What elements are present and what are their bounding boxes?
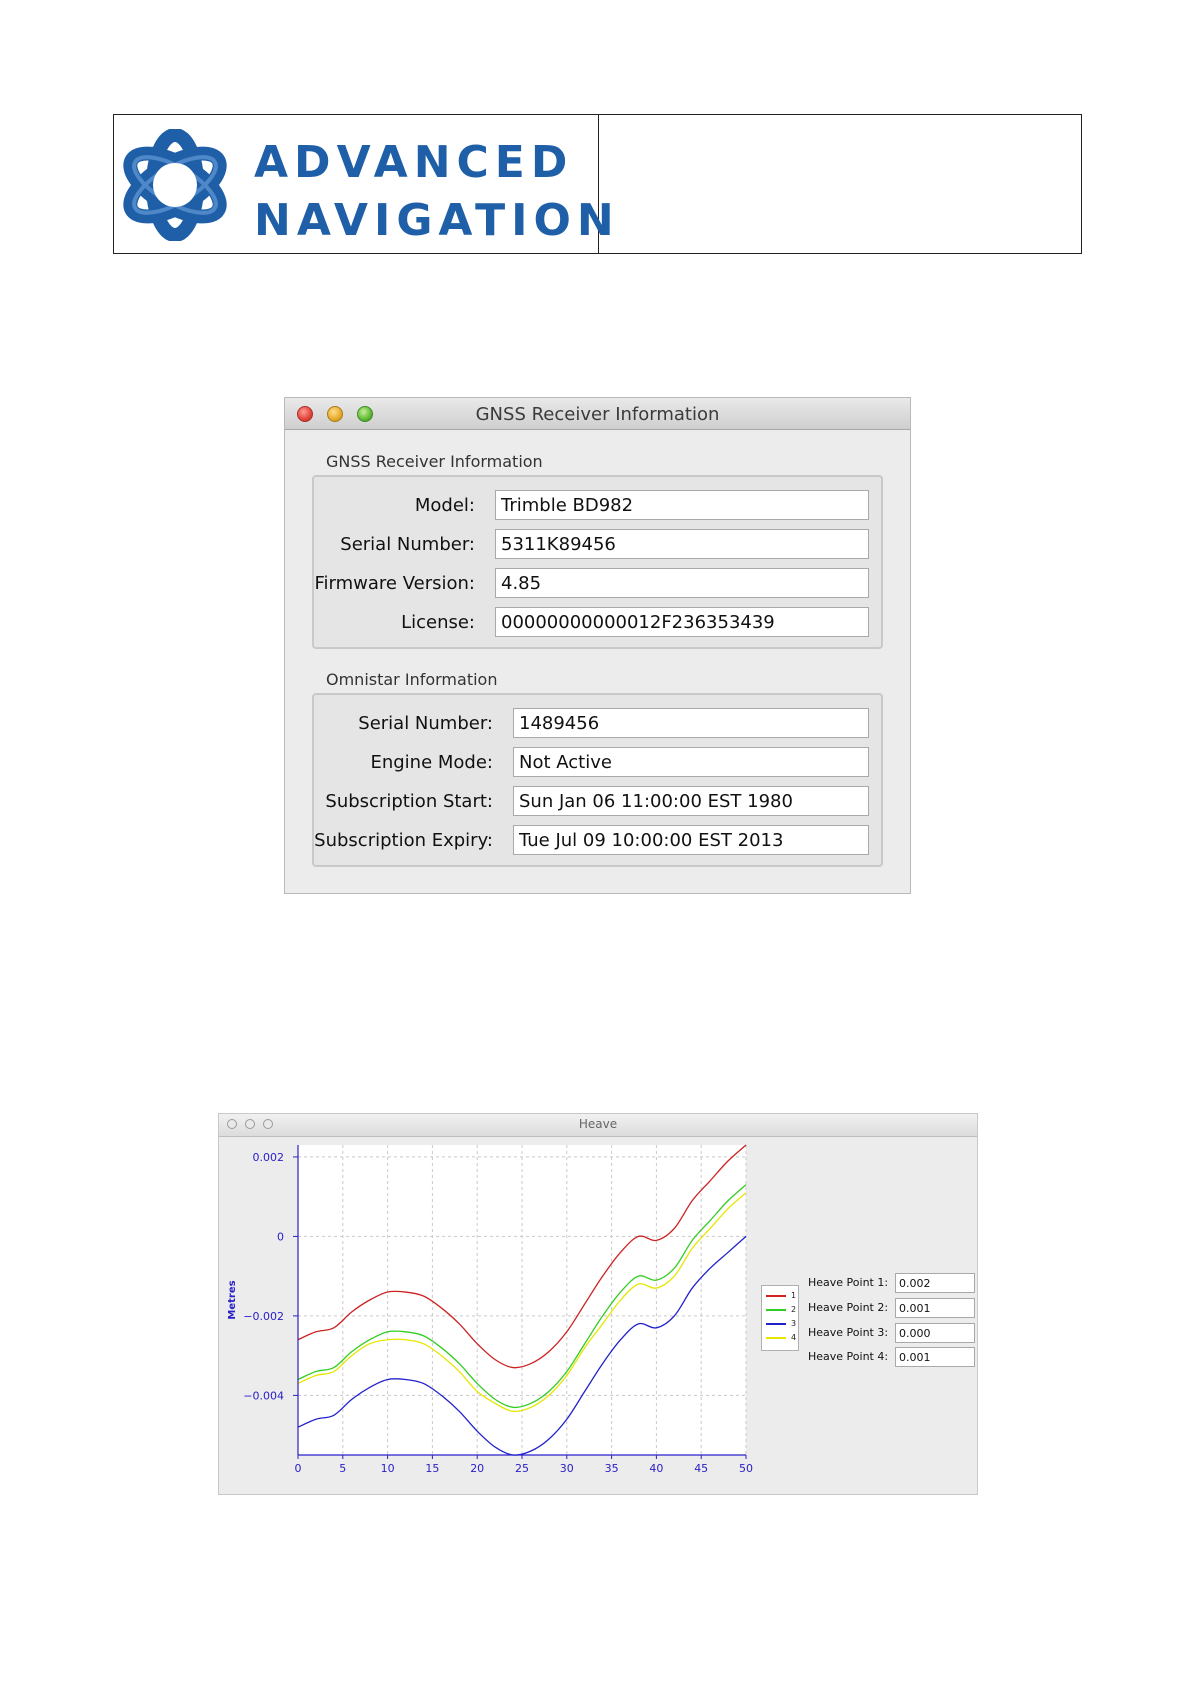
x-tick-label: 20 [470,1462,484,1475]
x-tick-label: 5 [339,1462,346,1475]
heave-point-1-label: Heave Point 1: [808,1276,889,1289]
subscription-start-row: Subscription Start: Sun Jan 06 11:00:00 … [314,786,881,818]
heave-point-2-field[interactable]: 0.001 [895,1298,975,1318]
y-tick-label: 0.002 [253,1151,285,1164]
y-tick-label: 0 [277,1230,284,1243]
legend-item-2: 2 [765,1304,797,1316]
heave-point-3-field[interactable]: 0.000 [895,1323,975,1343]
model-row: Model: Trimble BD982 [314,490,881,522]
x-tick-label: 35 [605,1462,619,1475]
legend-swatch-2 [766,1309,786,1311]
firmware-version-field[interactable]: 4.85 [495,568,869,598]
legend-label-1: 1 [791,1291,797,1300]
heave-point-4-field[interactable]: 0.001 [895,1347,975,1367]
window-title: GNSS Receiver Information [475,404,720,425]
x-tick-label: 25 [515,1462,529,1475]
window-titlebar[interactable]: GNSS Receiver Information [285,398,910,430]
subscription-expiry-field[interactable]: Tue Jul 09 10:00:00 EST 2013 [513,825,869,855]
heave-point-2-label: Heave Point 2: [808,1301,889,1314]
legend-label-4: 4 [791,1333,797,1342]
y-tick-label: −0.002 [243,1310,284,1323]
omnistar-serial-number-row: Serial Number: 1489456 [314,708,881,740]
license-row: License: 00000000000012F236353439 [314,607,881,639]
advanced-navigation-logo-icon [123,129,227,241]
x-tick-label: 40 [649,1462,663,1475]
serial-number-label: Serial Number: [340,534,475,555]
heave-point-3-label: Heave Point 3: [808,1326,889,1339]
legend-item-4: 4 [765,1332,797,1344]
subscription-expiry-label: Subscription Expiry: [314,830,493,851]
model-label: Model: [414,495,475,516]
omnistar-serial-number-label: Serial Number: [358,713,493,734]
x-tick-label: 50 [739,1462,753,1475]
legend-label-2: 2 [791,1305,797,1314]
x-tick-label: 15 [425,1462,439,1475]
receiver-group: Model: Trimble BD982 Serial Number: 5311… [312,475,883,649]
subscription-start-field[interactable]: Sun Jan 06 11:00:00 EST 1980 [513,786,869,816]
legend-item-3: 3 [765,1318,797,1330]
firmware-version-row: Firmware Version: 4.85 [314,568,881,600]
heave-point-1-field[interactable]: 0.002 [895,1273,975,1293]
document-header: ADVANCED NAVIGATION [113,114,1082,254]
plot-area [298,1145,746,1455]
legend-swatch-4 [766,1337,786,1339]
heave-window: Heave 0 5 10 15 20 25 30 35 40 45 50 0.002 0 −0.002 −0… [218,1113,978,1495]
serial-number-row: Serial Number: 5311K89456 [314,529,881,561]
y-axis-label: Metres [227,1280,238,1319]
license-field[interactable]: 00000000000012F236353439 [495,607,869,637]
receiver-section-label: GNSS Receiver Information [326,452,543,471]
legend-swatch-3 [766,1323,786,1325]
license-label: License: [401,612,475,633]
engine-mode-label: Engine Mode: [370,752,493,773]
firmware-version-label: Firmware Version: [314,573,475,594]
heave-chart: 0 5 10 15 20 25 30 35 40 45 50 0.002 0 −0.002 −0.004 M… [227,1144,753,1475]
gnss-receiver-information-window: GNSS Receiver Information GNSS Receiver … [284,397,911,894]
logo-cell: ADVANCED NAVIGATION [114,115,614,253]
omnistar-serial-number-field[interactable]: 1489456 [513,708,869,738]
logo-text-line1: ADVANCED [254,137,574,188]
legend-item-1: 1 [765,1290,797,1302]
serial-number-field[interactable]: 5311K89456 [495,529,869,559]
model-field[interactable]: Trimble BD982 [495,490,869,520]
header-empty-cell [599,115,1081,253]
subscription-start-label: Subscription Start: [325,791,493,812]
x-tick-label: 45 [694,1462,708,1475]
omnistar-group: Serial Number: 1489456 Engine Mode: Not … [312,693,883,867]
legend-swatch-1 [766,1295,786,1297]
heave-point-4-label: Heave Point 4: [808,1350,889,1363]
chart-legend: 1 2 3 4 [761,1285,799,1351]
engine-mode-field[interactable]: Not Active [513,747,869,777]
y-tick-label: −0.004 [243,1389,284,1402]
heave-title: Heave [578,1117,618,1131]
logo-text-line2: NAVIGATION [254,195,620,246]
engine-mode-row: Engine Mode: Not Active [314,747,881,779]
x-tick-label: 30 [560,1462,574,1475]
omnistar-section-label: Omnistar Information [326,670,498,689]
x-tick-label: 0 [295,1462,302,1475]
subscription-expiry-row: Subscription Expiry: Tue Jul 09 10:00:00… [314,825,881,857]
heave-titlebar[interactable]: Heave [219,1114,977,1137]
x-tick-label: 10 [381,1462,395,1475]
legend-label-3: 3 [791,1319,797,1328]
